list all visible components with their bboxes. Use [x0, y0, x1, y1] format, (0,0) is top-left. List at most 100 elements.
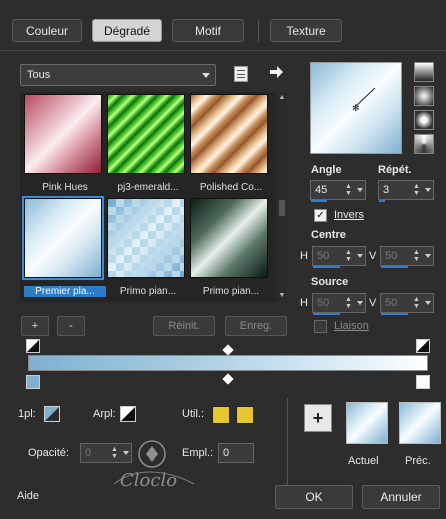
- center-v-input[interactable]: 50 ▲ ▼: [380, 246, 434, 268]
- center-h-input[interactable]: 50 ▲ ▼: [312, 246, 366, 268]
- location-value: 0: [223, 447, 230, 459]
- gradient-label: Polished Co...: [199, 182, 263, 193]
- color-stop-start[interactable]: [26, 375, 40, 389]
- gradient-swatch: [190, 198, 268, 278]
- spin-arrows-icon[interactable]: ▲ ▼: [413, 296, 421, 312]
- gradient-thumb-polished-copper[interactable]: Polished Co...: [190, 94, 270, 193]
- center-v-label: V: [369, 250, 377, 262]
- chevron-down-icon[interactable]: [357, 301, 363, 305]
- gradient-thumb-primo-piano-2[interactable]: Primo pian...: [190, 198, 270, 297]
- gradient-swatch: [22, 196, 104, 280]
- help-link[interactable]: Aide: [17, 490, 39, 502]
- previous-swatch[interactable]: [399, 402, 441, 444]
- chevron-down-icon[interactable]: [425, 188, 431, 192]
- scroll-down-icon[interactable]: ▼: [278, 292, 286, 300]
- use-foreground-swatch[interactable]: [212, 406, 230, 424]
- source-h-level-bar: [313, 313, 340, 315]
- spin-arrows-icon[interactable]: ▲ ▼: [345, 249, 353, 265]
- angle-input[interactable]: 45 ▲ ▼: [310, 180, 366, 202]
- gradient-label: Primo pian...: [119, 286, 177, 297]
- center-label: Centre: [311, 229, 346, 241]
- spin-arrows-icon[interactable]: ▲ ▼: [345, 296, 353, 312]
- radial-style-icon[interactable]: [414, 86, 434, 106]
- gradient-label: Premier pla...: [24, 286, 106, 297]
- background-label: Arpl:: [93, 408, 116, 420]
- linear-style-icon[interactable]: [414, 62, 434, 82]
- reset-button[interactable]: Réinit.: [153, 316, 215, 336]
- spin-arrows-icon[interactable]: ▲ ▼: [413, 249, 421, 265]
- chevron-down-icon: [202, 73, 210, 78]
- previous-label: Préc.: [405, 455, 431, 467]
- remove-gradient-button[interactable]: -: [57, 316, 85, 336]
- chevron-down-icon[interactable]: [357, 188, 363, 192]
- bottom-midpoint-icon[interactable]: [222, 373, 234, 385]
- center-h-level-bar: [313, 266, 340, 268]
- opacity-label: Opacité:: [28, 447, 69, 459]
- repeat-value: 3: [383, 184, 390, 196]
- angle-label: Angle: [311, 164, 342, 176]
- repeat-level-bar: [379, 200, 385, 202]
- chevron-down-icon[interactable]: [425, 254, 431, 258]
- top-end-stop-icon[interactable]: [416, 339, 430, 353]
- gradient-swatch: [107, 198, 185, 278]
- top-start-stop-icon[interactable]: [26, 339, 40, 353]
- chevron-down-icon[interactable]: [425, 301, 431, 305]
- svg-text:✻: ✻: [352, 103, 360, 113]
- spin-arrows-icon[interactable]: ▲ ▼: [413, 183, 421, 199]
- gradient-preview[interactable]: ✻: [310, 62, 402, 154]
- gradient-grid: Pink Hues pj3-emerald... Polished Co... …: [20, 92, 276, 302]
- angle-level-bar: [311, 200, 327, 202]
- angle-handle-icon: ✻: [352, 87, 376, 113]
- watermark-text: Cloclo: [120, 470, 178, 491]
- gradient-label: Pink Hues: [42, 182, 88, 193]
- gradient-editor-bar[interactable]: [28, 355, 428, 371]
- tab-couleur[interactable]: Couleur: [12, 19, 82, 42]
- current-swatch[interactable]: [346, 402, 388, 444]
- gradient-scrollbar[interactable]: ▲ ▼: [277, 92, 287, 302]
- background-marker-icon[interactable]: [120, 406, 136, 422]
- source-h-label: H: [300, 297, 308, 309]
- top-midpoint-icon[interactable]: [222, 344, 234, 356]
- sunburst-style-icon[interactable]: [414, 134, 434, 154]
- foreground-marker-icon[interactable]: [44, 406, 60, 422]
- tabs-separator: [0, 50, 446, 51]
- arrow-right-icon[interactable]: [268, 64, 284, 80]
- tab-degrade[interactable]: Dégradé: [92, 19, 162, 42]
- source-h-input[interactable]: 50 ▲ ▼: [312, 293, 366, 315]
- gradient-label: pj3-emerald...: [117, 182, 179, 193]
- gradient-thumb-emerald[interactable]: pj3-emerald...: [107, 94, 187, 193]
- gradient-thumb-pink-hues[interactable]: Pink Hues: [24, 94, 104, 193]
- add-to-swatches-icon[interactable]: +: [304, 404, 332, 432]
- gradient-thumb-primo-piano-1[interactable]: Primo pian...: [107, 198, 187, 297]
- invert-checkbox[interactable]: ✓: [314, 209, 327, 222]
- add-gradient-button[interactable]: +: [21, 316, 49, 336]
- cancel-button[interactable]: Annuler: [362, 485, 440, 509]
- source-v-input[interactable]: 50 ▲ ▼: [380, 293, 434, 315]
- tab-texture[interactable]: Texture: [270, 19, 342, 42]
- spin-arrows-icon[interactable]: ▲ ▼: [345, 183, 353, 199]
- scroll-up-icon[interactable]: ▲: [278, 94, 286, 102]
- cloclo-watermark: Cloclo: [106, 430, 202, 496]
- ok-button[interactable]: OK: [275, 485, 353, 509]
- use-background-swatch[interactable]: [236, 406, 254, 424]
- source-label: Source: [311, 276, 349, 288]
- repeat-input[interactable]: 3 ▲ ▼: [378, 180, 434, 202]
- scroll-thumb[interactable]: [279, 200, 285, 216]
- source-h-value: 50: [317, 297, 330, 309]
- center-v-value: 50: [385, 250, 398, 262]
- link-checkbox[interactable]: [314, 320, 327, 333]
- invert-label: Invers: [334, 209, 364, 221]
- repeat-label: Répét.: [378, 164, 412, 176]
- source-v-value: 50: [385, 297, 398, 309]
- center-h-value: 50: [317, 250, 330, 262]
- chevron-down-icon[interactable]: [357, 254, 363, 258]
- location-input[interactable]: 0: [218, 443, 254, 463]
- notes-icon[interactable]: [234, 66, 248, 82]
- tab-motif[interactable]: Motif: [172, 19, 244, 42]
- link-label: Liaison: [334, 320, 369, 332]
- category-dropdown[interactable]: Tous: [20, 64, 216, 86]
- gradient-thumb-premier-plan[interactable]: Premier pla...: [22, 196, 106, 297]
- color-stop-end[interactable]: [416, 375, 430, 389]
- rectangular-style-icon[interactable]: [414, 110, 434, 130]
- save-button[interactable]: Enreg.: [225, 316, 287, 336]
